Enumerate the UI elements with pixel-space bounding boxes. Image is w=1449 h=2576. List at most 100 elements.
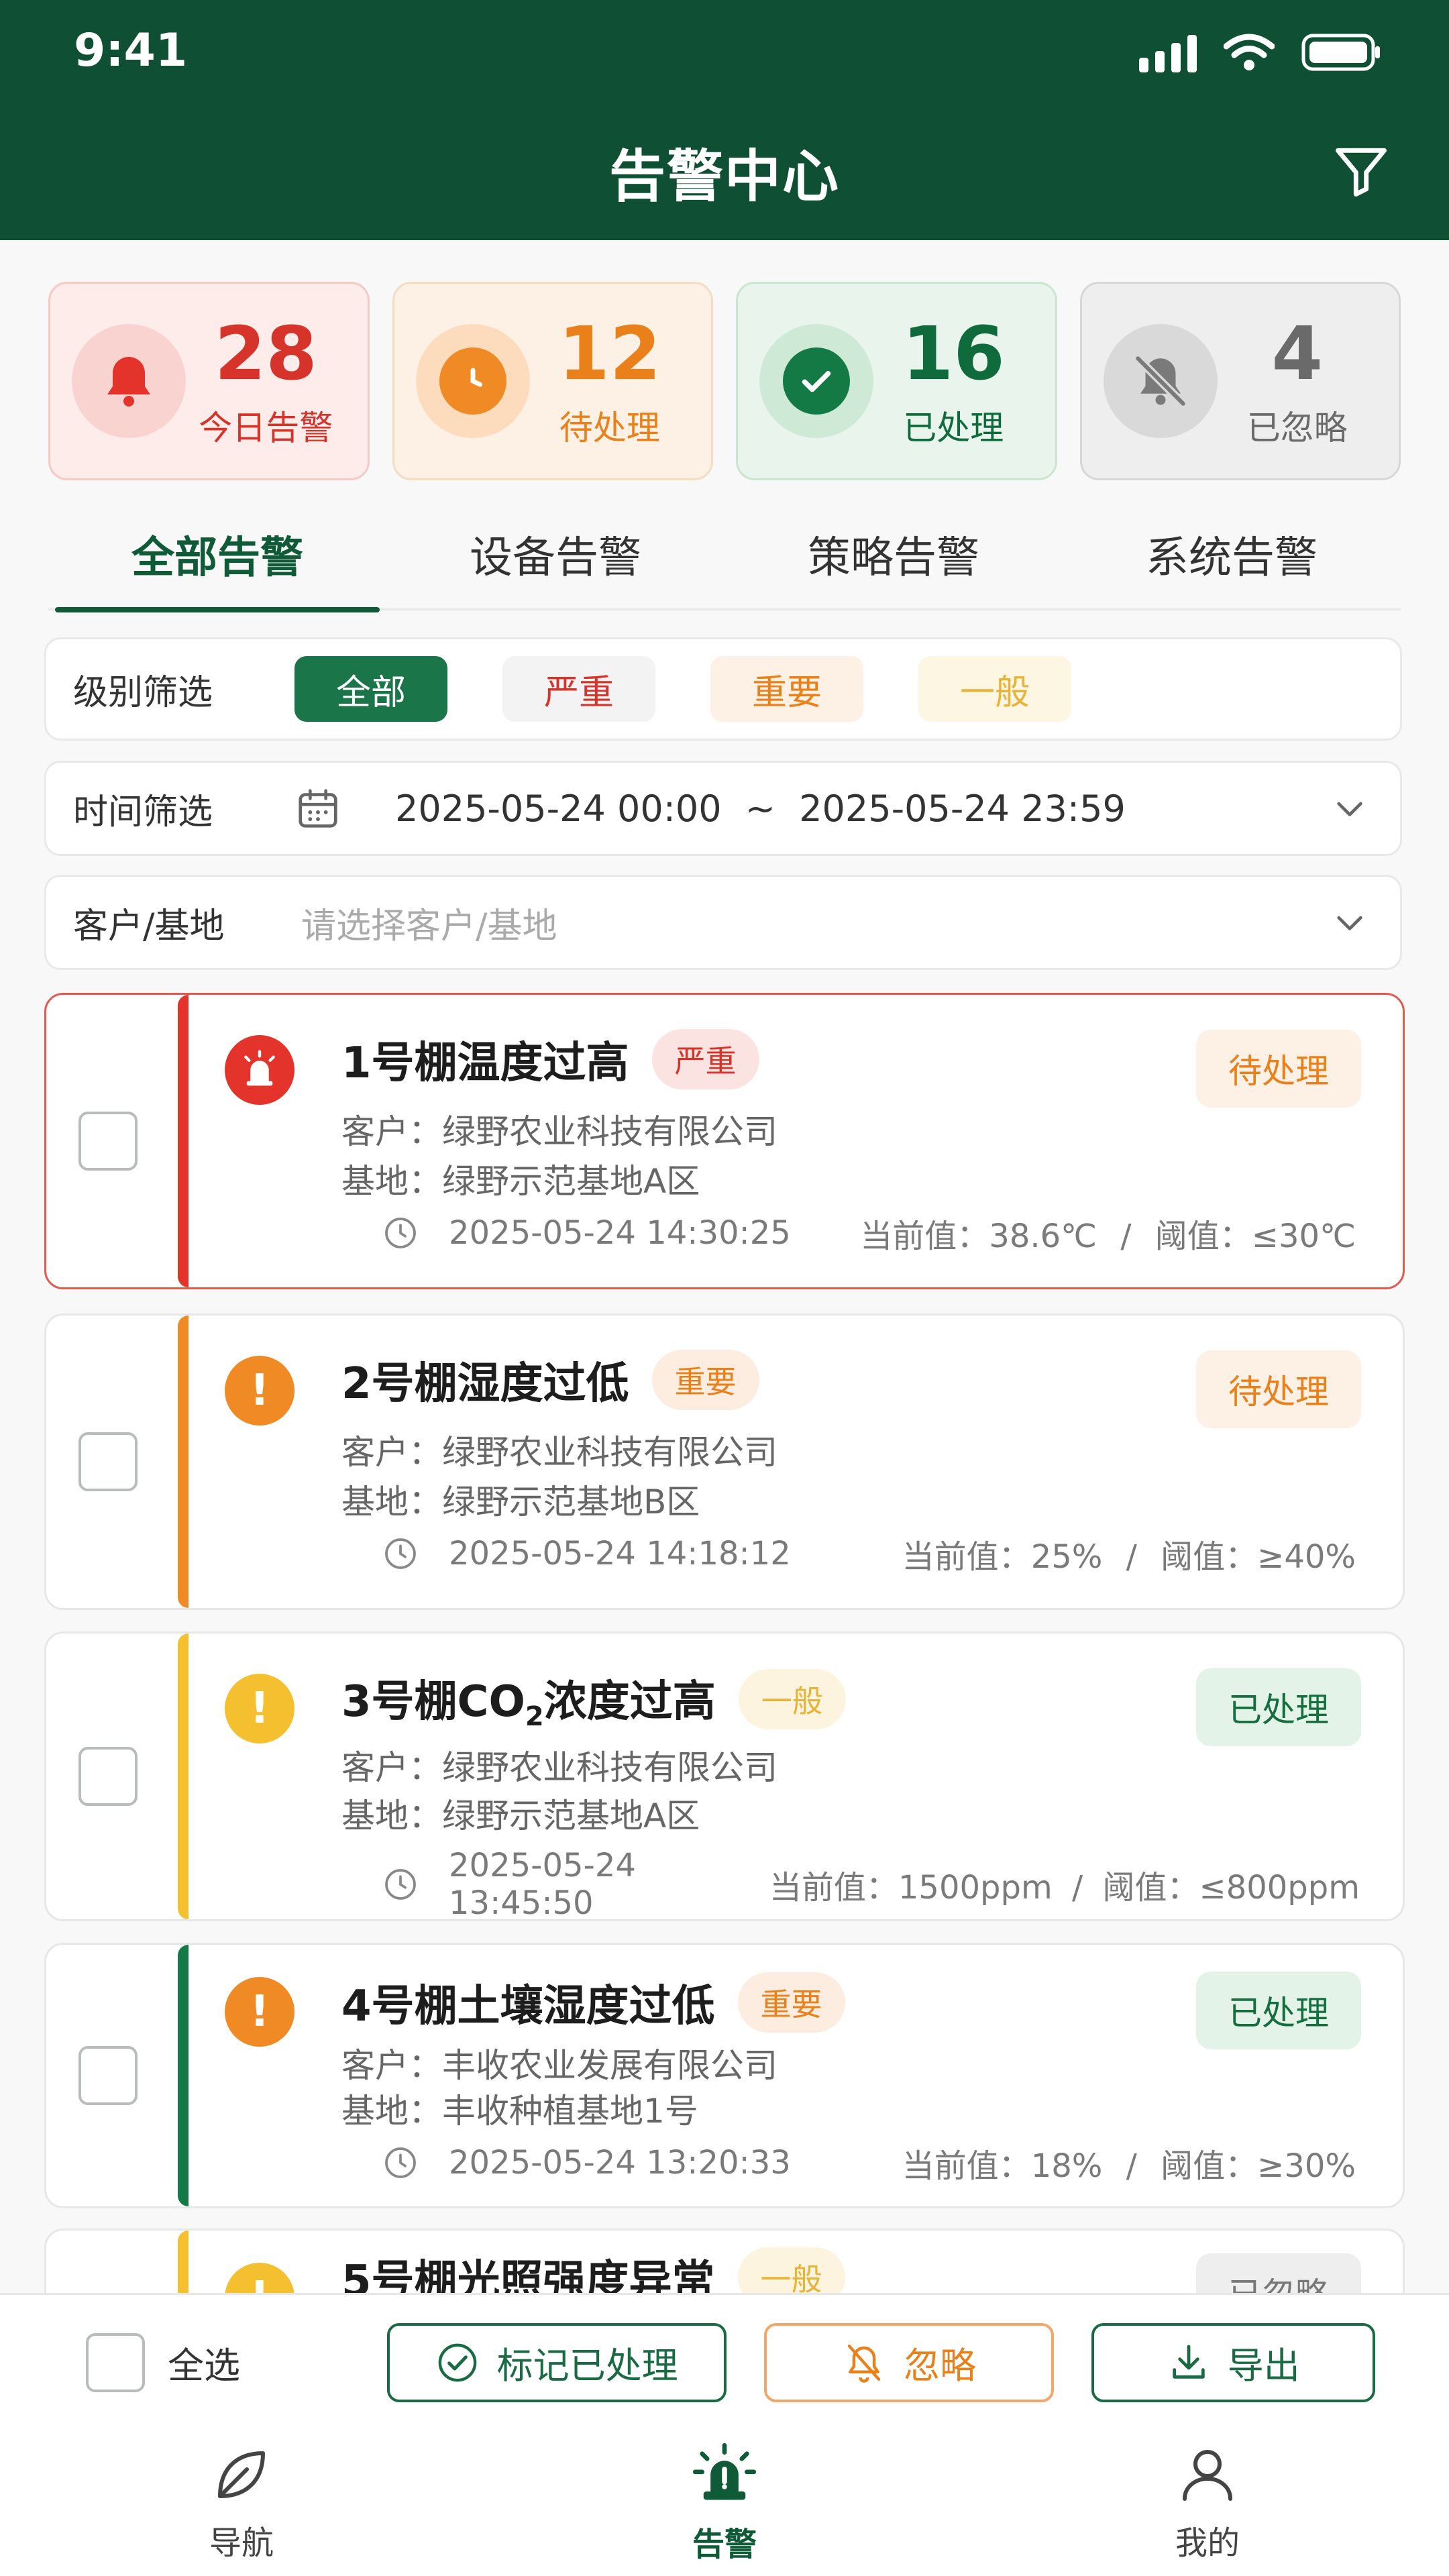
chevron-down-icon[interactable] <box>1326 790 1373 827</box>
clock-icon <box>382 1213 422 1253</box>
alert-base: 基地：绿野示范基地B区 <box>341 1483 700 1521</box>
alert-card[interactable]: 1号棚温度过高 严重 待处理 客户：绿野农业科技有限公司 基地：绿野示范基地A区… <box>44 993 1405 1289</box>
stat-handled[interactable]: 16 已处理 <box>736 282 1057 480</box>
bell-off-icon <box>1133 354 1187 409</box>
status-bar: 9:41 <box>0 0 1449 107</box>
alert-title: 4号棚土壤湿度过低 <box>341 1982 715 2031</box>
level-chip-general[interactable]: 一般 <box>918 656 1072 722</box>
alert-values: 当前值：25% / 阈值：≥40% <box>902 1538 1356 1576</box>
level-badge: 重要 <box>651 1350 759 1410</box>
alert-checkbox[interactable] <box>78 1747 138 1806</box>
current-value: 1500ppm <box>898 1869 1053 1907</box>
export-label: 导出 <box>1227 2345 1300 2387</box>
stat-value: 4 <box>1271 310 1324 396</box>
status-time: 9:41 <box>74 24 188 77</box>
alert-customer: 客户：丰收农业发展有限公司 <box>341 2046 777 2085</box>
level-filter-label: 级别筛选 <box>73 672 213 713</box>
tab-system-alerts[interactable]: 系统告警 <box>1063 510 1401 608</box>
nav-item-profile[interactable]: 我的 <box>966 2430 1449 2576</box>
select-all-label: 全选 <box>168 2345 240 2387</box>
alert-meta: 2025-05-24 13:45:50 当前值：1500ppm / 阈值：≤80… <box>382 1847 1360 1921</box>
export-button[interactable]: 导出 <box>1091 2322 1376 2402</box>
ignore-button[interactable]: 忽略 <box>763 2322 1055 2402</box>
stat-label: 待处理 <box>559 408 660 447</box>
alert-card[interactable]: ! 2号棚湿度过低 重要 待处理 客户：绿野农业科技有限公司 基地：绿野示范基地… <box>44 1313 1405 1610</box>
clock-icon <box>382 2143 422 2183</box>
stat-icon-circle <box>415 324 530 438</box>
mark-handled-button[interactable]: 标记已处理 <box>386 2322 727 2402</box>
stat-icon-circle <box>1103 324 1218 438</box>
app-root: 9:41 告警中心 28 今日告警 12 待处理 16 已处理 4 已忽略 全部… <box>0 0 1449 2576</box>
header: 9:41 告警中心 <box>0 0 1449 240</box>
customer-filter-row[interactable]: 客户/基地 请选择客户/基地 <box>44 875 1402 970</box>
current-label: 当前值： <box>769 1869 898 1907</box>
alert-meta: 2025-05-24 13:20:33 当前值：18% / 阈值：≥30% <box>382 2139 1356 2186</box>
nav-label: 告警 <box>692 2526 757 2563</box>
stat-value: 16 <box>902 310 1005 396</box>
alert-checkbox[interactable] <box>78 2046 138 2105</box>
status-badge: 待处理 <box>1196 1030 1361 1108</box>
date-start: 2025-05-24 00:00 <box>395 787 722 830</box>
alert-card[interactable]: ! 4号棚土壤湿度过低 重要 已处理 客户：丰收农业发展有限公司 基地：丰收种植… <box>44 1943 1405 2208</box>
stat-pending[interactable]: 12 待处理 <box>392 282 713 480</box>
leaf-icon <box>218 2451 265 2498</box>
alert-checkbox[interactable] <box>78 1112 138 1171</box>
clock-icon <box>439 347 506 415</box>
select-all[interactable]: 全选 <box>86 2332 387 2392</box>
chevron-down-icon[interactable] <box>1326 904 1373 941</box>
stat-value: 12 <box>558 310 661 396</box>
tab-device-alerts[interactable]: 设备告警 <box>386 510 724 608</box>
level-badge: 严重 <box>651 1029 759 1089</box>
tab-bar: 全部告警 设备告警 策略告警 系统告警 <box>48 510 1401 612</box>
status-badge: 待处理 <box>1196 1350 1361 1428</box>
alert-level-bar <box>178 995 189 1287</box>
alert-level-bar <box>178 1945 189 2206</box>
status-badge: 已处理 <box>1196 1972 1361 2049</box>
stat-icon-circle <box>72 324 186 438</box>
stat-label: 今日告警 <box>199 408 333 447</box>
alert-title: 3号棚CO2浓度过高 <box>341 1667 716 1732</box>
stat-ignored[interactable]: 4 已忽略 <box>1079 282 1401 480</box>
check-icon <box>783 347 850 415</box>
time-filter-row[interactable]: 时间筛选 2025-05-24 00:00 ~ 2025-05-24 23:59 <box>44 761 1402 856</box>
alert-title: 1号棚温度过高 <box>341 1038 629 1088</box>
alert-meta: 2025-05-24 14:18:12 当前值：25% / 阈值：≥40% <box>382 1530 1356 1577</box>
ignore-label: 忽略 <box>904 2345 977 2387</box>
filter-icon[interactable] <box>1324 134 1398 208</box>
alert-checkbox[interactable] <box>78 1432 138 1491</box>
alert-values: 当前值：38.6℃ / 阈值：≤30℃ <box>860 1218 1356 1255</box>
current-value: 18% <box>1030 2147 1103 2185</box>
level-chip-severe[interactable]: 严重 <box>502 656 656 722</box>
alert-base: 基地：绿野示范基地A区 <box>341 1796 700 1835</box>
level-chip-all[interactable]: 全部 <box>294 656 448 722</box>
stat-today-alerts[interactable]: 28 今日告警 <box>48 282 370 480</box>
level-badge: 重要 <box>737 1972 845 2033</box>
calendar-icon <box>294 785 355 832</box>
threshold-label: 阈值： <box>1161 2147 1258 2185</box>
current-label: 当前值： <box>902 2147 1031 2185</box>
threshold-value: ≥40% <box>1257 1538 1356 1576</box>
threshold-value: ≥30% <box>1257 2147 1356 2185</box>
level-filter-row: 级别筛选 全部 严重 重要 一般 <box>44 637 1402 741</box>
alert-card[interactable]: ! 3号棚CO2浓度过高 一般 已处理 客户：绿野农业科技有限公司 基地：绿野示… <box>44 1631 1405 1921</box>
exclamation-icon: ! <box>225 1356 294 1426</box>
customer-select[interactable]: 请选择客户/基地 <box>274 898 1326 948</box>
level-chip-important[interactable]: 重要 <box>710 656 864 722</box>
date-range[interactable]: 2025-05-24 00:00 ~ 2025-05-24 23:59 <box>395 788 1326 830</box>
status-icons <box>1139 32 1382 72</box>
select-all-checkbox[interactable] <box>86 2332 145 2392</box>
tab-strategy-alerts[interactable]: 策略告警 <box>724 510 1063 608</box>
alert-base: 基地：绿野示范基地A区 <box>341 1162 700 1201</box>
stat-text: 28 今日告警 <box>186 313 346 449</box>
bottom-nav: 导航 告警 我的 <box>0 2430 1449 2576</box>
tab-all-alerts[interactable]: 全部告警 <box>48 510 386 612</box>
alert-base: 基地：丰收种植基地1号 <box>341 2092 698 2131</box>
alert-title-suffix: 浓度过高 <box>543 1677 716 1727</box>
nav-item-alerts[interactable]: 告警 <box>483 2430 966 2576</box>
alert-title-row: 3号棚CO2浓度过高 一般 <box>341 1667 846 1732</box>
bell-icon <box>107 357 150 407</box>
alert-time: 2025-05-24 13:45:50 <box>449 1847 636 1921</box>
page-title: 告警中心 <box>608 144 840 209</box>
stat-label: 已忽略 <box>1246 408 1348 447</box>
nav-item-navigation[interactable]: 导航 <box>0 2430 483 2576</box>
